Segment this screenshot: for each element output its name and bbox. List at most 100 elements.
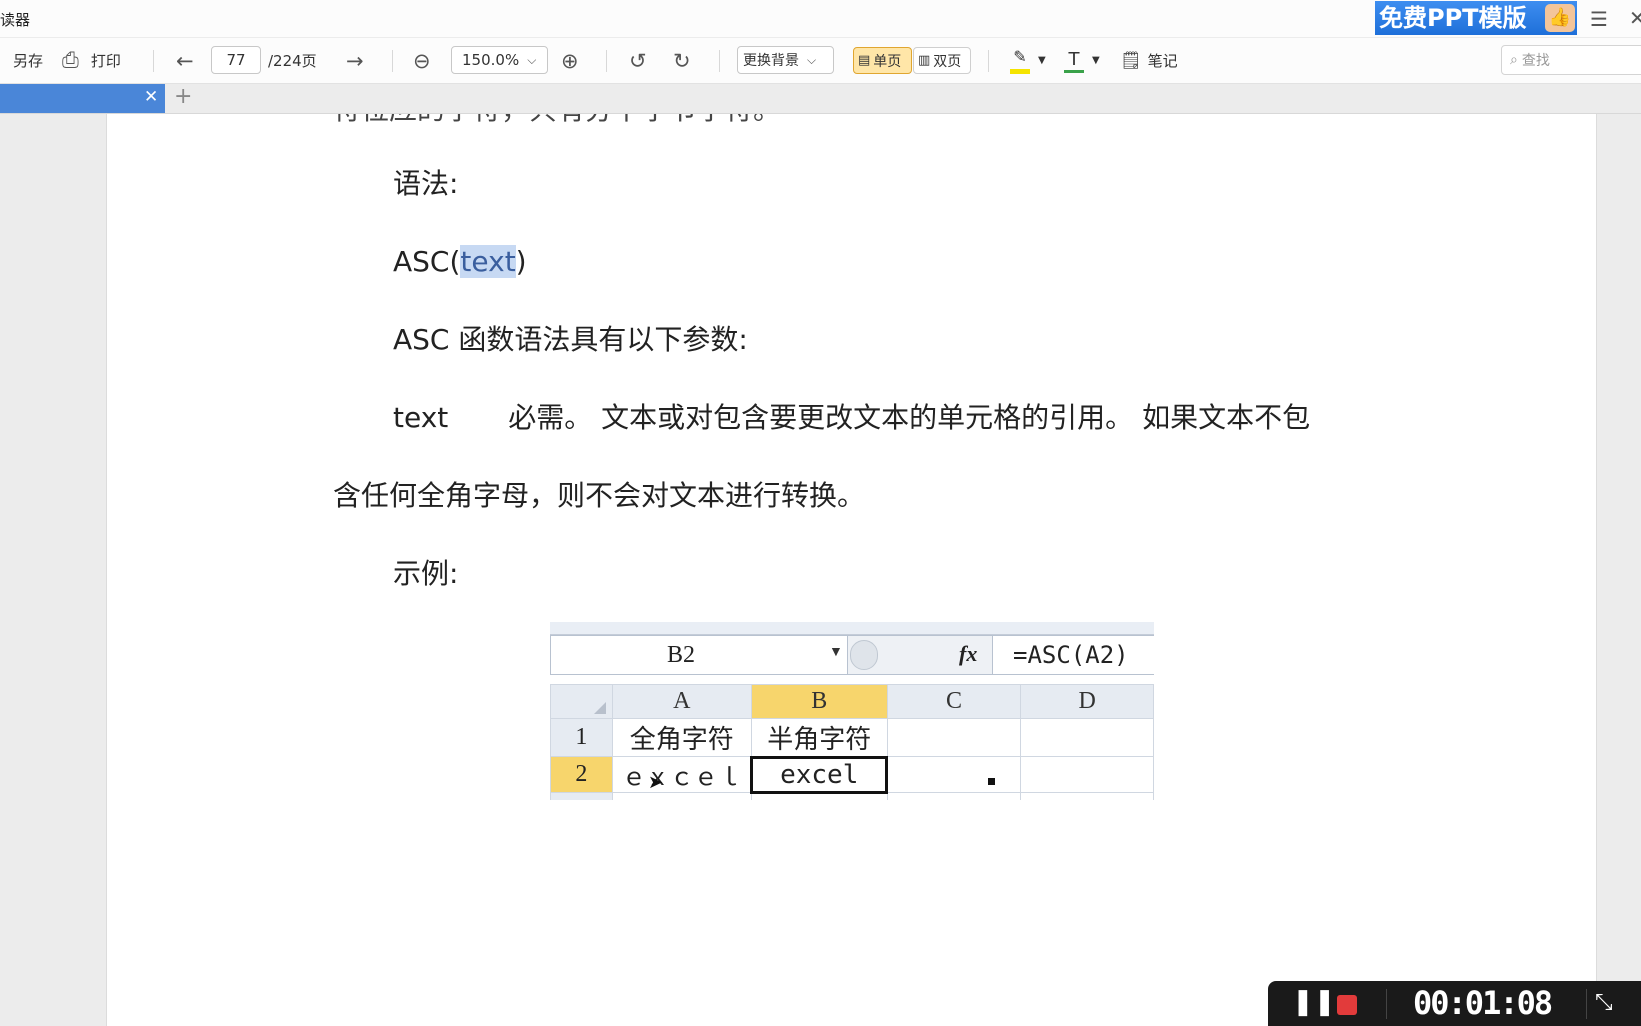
example-heading: 示例: [393, 557, 459, 590]
zoom-in-icon: ⊕ [561, 48, 579, 73]
active-cell: excel [750, 755, 889, 794]
search-placeholder: 查找 [1521, 53, 1550, 69]
cell [1020, 756, 1154, 793]
param-desc-continued: 含任何全角字母，则不会对文本进行转换。 [333, 479, 866, 512]
title-bar: 读器 免费PPT模版 👍 ☰ ✕ [0, 0, 1641, 38]
double-page-button[interactable]: ▥ 双页 [913, 47, 971, 74]
previous-page-button[interactable]: ← [176, 38, 194, 83]
cell [886, 756, 1022, 793]
rotate-right-button[interactable]: ↻ [673, 38, 691, 83]
formula-bar-controls: fx [848, 635, 992, 675]
search-icon: ⌕ [1510, 52, 1518, 68]
column-header: A [611, 684, 752, 719]
syntax-line: ASC(text) [393, 244, 527, 280]
toolbar: 另存 ⎙ 打印 ← 77 /224页 → ⊖ 150.0% ⌵ ⊕ ↺ ↻ 更换… [0, 38, 1641, 84]
app-title: 读器 [0, 11, 31, 29]
pause-icon[interactable]: ❚❚ [1292, 987, 1336, 1017]
chevron-down-icon: ⌵ [807, 52, 817, 67]
param-line: text 必需。 文本或对包含要更改文本的单元格的引用。 如果文本不包 [393, 400, 1310, 436]
syntax-suffix: ) [515, 245, 527, 278]
row-header: 1 [550, 718, 613, 757]
rotate-right-icon: ↻ [673, 48, 691, 73]
splitter-handle [850, 640, 878, 670]
param-desc: 必需。 文本或对包含要更改文本的单元格的引用。 如果文本不包 [508, 401, 1311, 434]
zoom-select[interactable]: 150.0% ⌵ [451, 46, 548, 74]
name-box: B2 [550, 635, 848, 675]
zoom-out-button[interactable]: ⊖ [413, 38, 431, 83]
chevron-down-icon: ⌵ [527, 52, 537, 67]
page-total-label: /224页 [268, 52, 317, 70]
chevron-down-icon: ▼ [829, 645, 843, 660]
document-page: 符位应的字符，共有分下字节字符。 语法: ASC(text) ASC 函数语法具… [106, 114, 1597, 1026]
cut-off-text-line: 符位应的字符，共有分下字节字符。 [333, 114, 781, 128]
zoom-value: 150.0% [462, 51, 520, 69]
shrink-icon[interactable]: ⤡ [1595, 990, 1613, 1015]
page-number-value: 77 [226, 51, 246, 69]
menu-icon[interactable]: ☰ [1590, 7, 1608, 31]
fill-handle [988, 778, 995, 785]
syntax-heading: 语法: [393, 167, 459, 200]
notes-button[interactable]: 🗒 笔记 [1120, 38, 1178, 83]
single-page-icon: ▤ [858, 53, 871, 68]
document-viewport[interactable]: 符位应的字符，共有分下字节字符。 语法: ASC(text) ASC 函数语法具… [0, 114, 1641, 1026]
stop-icon[interactable] [1337, 995, 1357, 1015]
text-color-button[interactable]: T ▼ [1064, 38, 1100, 83]
ad-banner-text: 免费PPT模版 [1379, 4, 1527, 32]
excel-screenshot: B2 ▼ fx =ASC(A2) A B C D 1 全角字符 半角字符 2 ｅ… [550, 622, 1154, 800]
chevron-down-icon: ▼ [1038, 55, 1046, 66]
params-intro: ASC 函数语法具有以下参数: [393, 323, 748, 356]
column-header: B [750, 684, 888, 719]
chevron-down-icon: ▼ [1092, 55, 1100, 66]
mouse-cursor-icon: ➤ [648, 772, 664, 792]
save-as-button[interactable]: 另存 [13, 38, 43, 83]
cell: ｅｘｃｅｌ [611, 756, 752, 793]
spreadsheet-grid: A B C D 1 全角字符 半角字符 2 ｅｘｃｅｌ excel [550, 684, 1154, 800]
double-page-label: 双页 [933, 53, 962, 70]
highlighter-icon: ✎ [1010, 47, 1030, 74]
next-page-button[interactable]: → [346, 38, 364, 83]
column-header: C [886, 684, 1022, 719]
search-input[interactable]: ⌕ 查找 [1501, 45, 1641, 75]
formula-bar: =ASC(A2) [992, 635, 1154, 675]
zoom-out-icon: ⊖ [413, 48, 431, 73]
param-name: text [393, 401, 449, 434]
zoom-in-button[interactable]: ⊕ [561, 38, 579, 83]
ad-banner[interactable]: 免费PPT模版 👍 [1375, 1, 1577, 35]
print-button[interactable]: ⎙ 打印 [62, 38, 121, 83]
excel-top-strip [550, 622, 1154, 635]
text-tool-icon: T [1064, 49, 1084, 73]
tab-bar: ✕ + [0, 84, 1641, 114]
fx-icon: fx [959, 641, 978, 666]
recording-timer: 00:01:08 [1413, 984, 1553, 1022]
cell: 全角字符 [611, 718, 752, 757]
screen-recorder-bar: ❚❚ 00:01:08 ⤡ [1268, 981, 1641, 1026]
single-page-button[interactable]: ▤ 单页 [853, 47, 912, 74]
column-header: D [1020, 684, 1154, 719]
cell: 半角字符 [750, 718, 888, 757]
page-total: /224页 [268, 38, 317, 83]
cell [886, 718, 1022, 757]
thumbs-up-icon: 👍 [1545, 4, 1575, 32]
highlighted-arg: text [460, 245, 516, 278]
print-label: 打印 [90, 52, 121, 70]
name-box-value: B2 [667, 642, 696, 668]
change-background-select[interactable]: 更换背景 ⌵ [737, 46, 834, 74]
row-header [550, 792, 613, 800]
rotate-left-button[interactable]: ↺ [629, 38, 647, 83]
row-header: 2 [550, 756, 613, 793]
rotate-left-icon: ↺ [629, 48, 647, 73]
plus-icon[interactable]: + [174, 84, 192, 109]
printer-icon: ⎙ [62, 48, 79, 72]
note-icon: 🗒 [1120, 50, 1142, 71]
document-tab[interactable]: ✕ [0, 84, 165, 113]
close-icon[interactable]: ✕ [144, 87, 158, 107]
save-as-label: 另存 [13, 52, 44, 70]
single-page-label: 单页 [873, 53, 902, 70]
corner-triangle-icon [594, 702, 606, 714]
close-window-icon[interactable]: ✕ [1629, 6, 1641, 30]
page-number-input[interactable]: 77 [211, 46, 261, 74]
arrow-right-icon: → [346, 48, 364, 73]
formula-value: =ASC(A2) [1013, 641, 1129, 669]
syntax-prefix: ASC( [393, 245, 461, 278]
highlight-button[interactable]: ✎ ▼ [1010, 38, 1046, 83]
